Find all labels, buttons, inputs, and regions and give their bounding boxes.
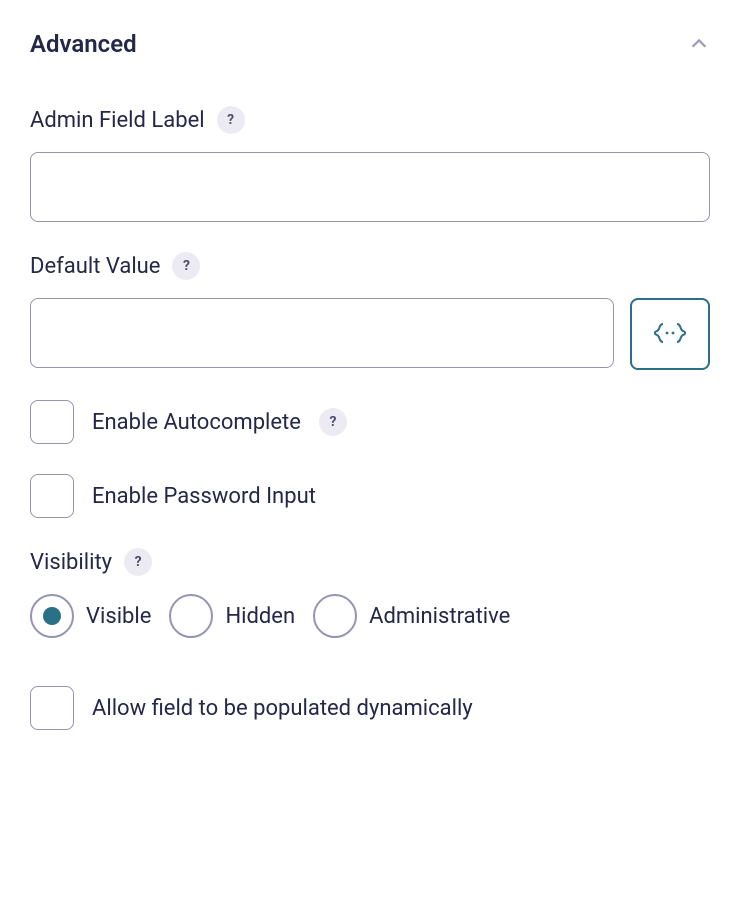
- visibility-radio-administrative[interactable]: [313, 594, 357, 638]
- admin-field-label-input[interactable]: [30, 152, 710, 222]
- enable-autocomplete-checkbox[interactable]: [30, 400, 74, 444]
- allow-dynamic-population-label: Allow field to be populated dynamically: [92, 696, 473, 721]
- merge-tags-icon: [652, 321, 688, 348]
- default-value-group: Default Value ?: [30, 252, 710, 370]
- visibility-option-administrative: Administrative: [313, 594, 510, 638]
- visibility-radio-hidden[interactable]: [169, 594, 213, 638]
- visibility-radio-visible[interactable]: [30, 594, 74, 638]
- visibility-group: Visibility ? Visible Hidden Administrati…: [30, 548, 710, 638]
- advanced-section-header[interactable]: Advanced: [30, 30, 710, 58]
- default-value-input[interactable]: [30, 298, 614, 368]
- allow-dynamic-population-checkbox[interactable]: [30, 686, 74, 730]
- admin-field-label-group: Admin Field Label ?: [30, 106, 710, 222]
- visibility-label: Visibility: [30, 550, 112, 575]
- allow-dynamic-population-row: Allow field to be populated dynamically: [30, 686, 710, 730]
- section-title: Advanced: [30, 30, 137, 58]
- merge-tags-button[interactable]: [630, 298, 710, 370]
- enable-password-input-label: Enable Password Input: [92, 484, 316, 509]
- default-value-input-row: [30, 298, 710, 370]
- enable-autocomplete-row: Enable Autocomplete ?: [30, 400, 710, 444]
- enable-password-input-row: Enable Password Input: [30, 474, 710, 518]
- visibility-option-hidden: Hidden: [169, 594, 295, 638]
- field-label-row: Admin Field Label ?: [30, 106, 710, 134]
- visibility-radio-row: Visible Hidden Administrative: [30, 594, 710, 638]
- visibility-radio-administrative-label: Administrative: [369, 604, 510, 629]
- visibility-option-visible: Visible: [30, 594, 151, 638]
- help-icon[interactable]: ?: [319, 408, 347, 436]
- default-value-label: Default Value: [30, 254, 160, 279]
- field-label-row: Default Value ?: [30, 252, 710, 280]
- chevron-up-icon: [688, 33, 710, 55]
- help-icon[interactable]: ?: [217, 106, 245, 134]
- enable-password-input-checkbox[interactable]: [30, 474, 74, 518]
- visibility-radio-visible-label: Visible: [86, 604, 151, 629]
- field-label-row: Visibility ?: [30, 548, 710, 576]
- admin-field-label-text: Admin Field Label: [30, 108, 205, 133]
- enable-autocomplete-label: Enable Autocomplete: [92, 410, 301, 435]
- help-icon[interactable]: ?: [172, 252, 200, 280]
- help-icon[interactable]: ?: [124, 548, 152, 576]
- visibility-radio-hidden-label: Hidden: [225, 604, 295, 629]
